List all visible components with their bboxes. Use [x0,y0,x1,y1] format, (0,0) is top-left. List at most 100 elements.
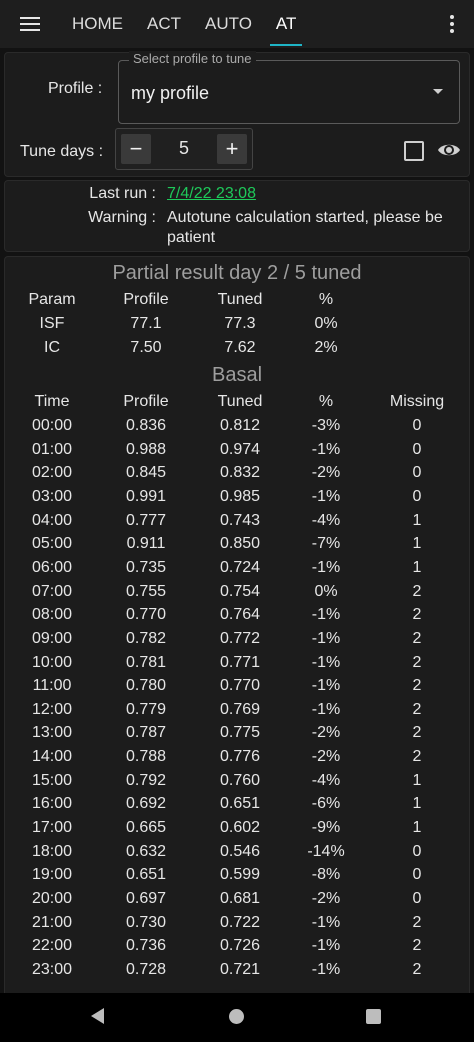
basal-percent: -8% [311,866,341,884]
basal-time: 11:00 [32,677,72,695]
basal-row: 11:00 0.780 0.770 -1% 2 [0,677,474,701]
profile-select[interactable]: Select profile to tune my profile [118,51,460,124]
param-name: IC [44,339,60,356]
basal-percent: -1% [311,487,341,505]
top-app-bar: HOME ACT AUTO AT [0,0,474,48]
basal-missing: 2 [412,937,422,955]
param-row: ISF 77.1 77.3 0% [0,315,474,339]
basal-tuned: 0.721 [219,960,261,978]
basal-missing: 2 [412,913,422,931]
increment-button[interactable]: + [217,134,247,164]
basal-row: 21:00 0.730 0.722 -1% 2 [0,914,474,938]
last-run-link[interactable]: 7/4/22 23:08 [167,185,256,203]
more-vert-icon[interactable] [440,12,464,36]
basal-percent: -1% [311,960,341,978]
basal-time: 17:00 [31,819,73,837]
basal-profile: 0.988 [125,440,167,458]
eye-icon[interactable] [437,140,461,160]
warning-label: Warning : [88,209,156,226]
tab-home[interactable]: HOME [60,0,135,48]
basal-percent: -1% [311,653,341,671]
basal-tuned: 0.850 [219,535,261,553]
basal-time: 04:00 [31,511,73,529]
basal-missing: 1 [412,771,422,789]
basal-profile: 0.779 [125,700,167,718]
arrow-drop-down-icon [433,89,443,94]
header-missing: Missing [389,393,445,410]
basal-tuned: 0.599 [219,866,261,884]
basal-time: 02:00 [31,464,73,482]
basal-profile: 0.755 [125,582,167,600]
home-circle-icon[interactable] [229,1009,244,1024]
param-profile: 77.1 [130,315,162,332]
basal-row: 02:00 0.845 0.832 -2% 0 [0,464,474,488]
tune-days-stepper: − 5 + [115,128,253,170]
basal-time: 07:00 [31,582,73,600]
basal-percent: -3% [311,417,341,434]
basal-percent: -9% [311,819,341,837]
tune-days-value[interactable]: 5 [166,138,202,159]
basal-percent: -14% [307,842,345,860]
basal-profile: 0.777 [125,511,167,529]
tab-act[interactable]: ACT [135,0,193,48]
decrement-button[interactable]: − [121,134,151,164]
basal-profile: 0.845 [125,464,167,482]
basal-time: 08:00 [31,606,73,624]
basal-percent: -7% [311,535,341,553]
basal-percent: -4% [311,511,341,529]
basal-missing: 1 [412,558,422,576]
basal-missing: 0 [412,866,422,884]
tab-at[interactable]: AT [264,0,308,48]
param-tuned: 77.3 [224,315,256,332]
basal-missing: 2 [412,582,422,600]
header-percent: % [318,291,334,308]
basal-tuned: 0.724 [219,558,261,576]
basal-time: 19:00 [31,866,73,884]
basal-row: 01:00 0.988 0.974 -1% 0 [0,441,474,465]
basal-missing: 2 [412,606,422,624]
basal-tuned: 0.726 [219,937,261,955]
basal-tuned: 0.760 [219,771,261,789]
basal-time: 14:00 [31,748,73,766]
basal-tuned: 0.832 [219,464,261,482]
basal-percent: -1% [311,440,341,458]
basal-profile: 0.692 [125,795,167,813]
header-time: Time [34,393,70,410]
basal-time: 12:00 [31,700,73,718]
param-percent: 0% [314,315,338,332]
header-percent: % [318,393,334,410]
menu-button[interactable] [0,0,60,48]
basal-profile: 0.728 [125,960,167,978]
basal-missing: 0 [412,487,422,505]
basal-percent: -2% [311,724,341,742]
weekend-checkbox[interactable] [404,141,424,161]
basal-tuned: 0.812 [219,417,261,434]
basal-tuned: 0.775 [219,724,261,742]
header-param: Param [28,291,76,308]
basal-missing: 1 [412,819,422,837]
recents-square-icon[interactable] [366,1009,381,1024]
basal-tuned: 0.681 [219,890,261,907]
basal-row: 17:00 0.665 0.602 -9% 1 [0,819,474,843]
back-triangle-icon[interactable] [91,1008,104,1024]
header-profile: Profile [123,291,169,308]
basal-header-row: Time Profile Tuned % Missing [0,393,474,417]
basal-time: 06:00 [31,558,73,576]
basal-tuned: 0.651 [219,795,261,813]
basal-time: 21:00 [31,913,73,931]
basal-profile: 0.782 [125,629,167,647]
basal-profile: 0.697 [125,890,167,907]
system-nav-bar [0,993,474,1042]
profile-select-legend: Select profile to tune [129,51,256,66]
basal-percent: -2% [311,890,341,907]
basal-time: 10:00 [31,653,73,671]
basal-row: 13:00 0.787 0.775 -2% 2 [0,724,474,748]
basal-percent: -2% [311,748,341,766]
header-profile: Profile [123,393,169,410]
basal-missing: 2 [412,724,422,742]
tab-auto[interactable]: AUTO [193,0,264,48]
basal-row: 07:00 0.755 0.754 0% 2 [0,583,474,607]
basal-time: 16:00 [31,795,73,813]
basal-profile: 0.651 [125,866,167,884]
header-tuned: Tuned [217,393,263,410]
